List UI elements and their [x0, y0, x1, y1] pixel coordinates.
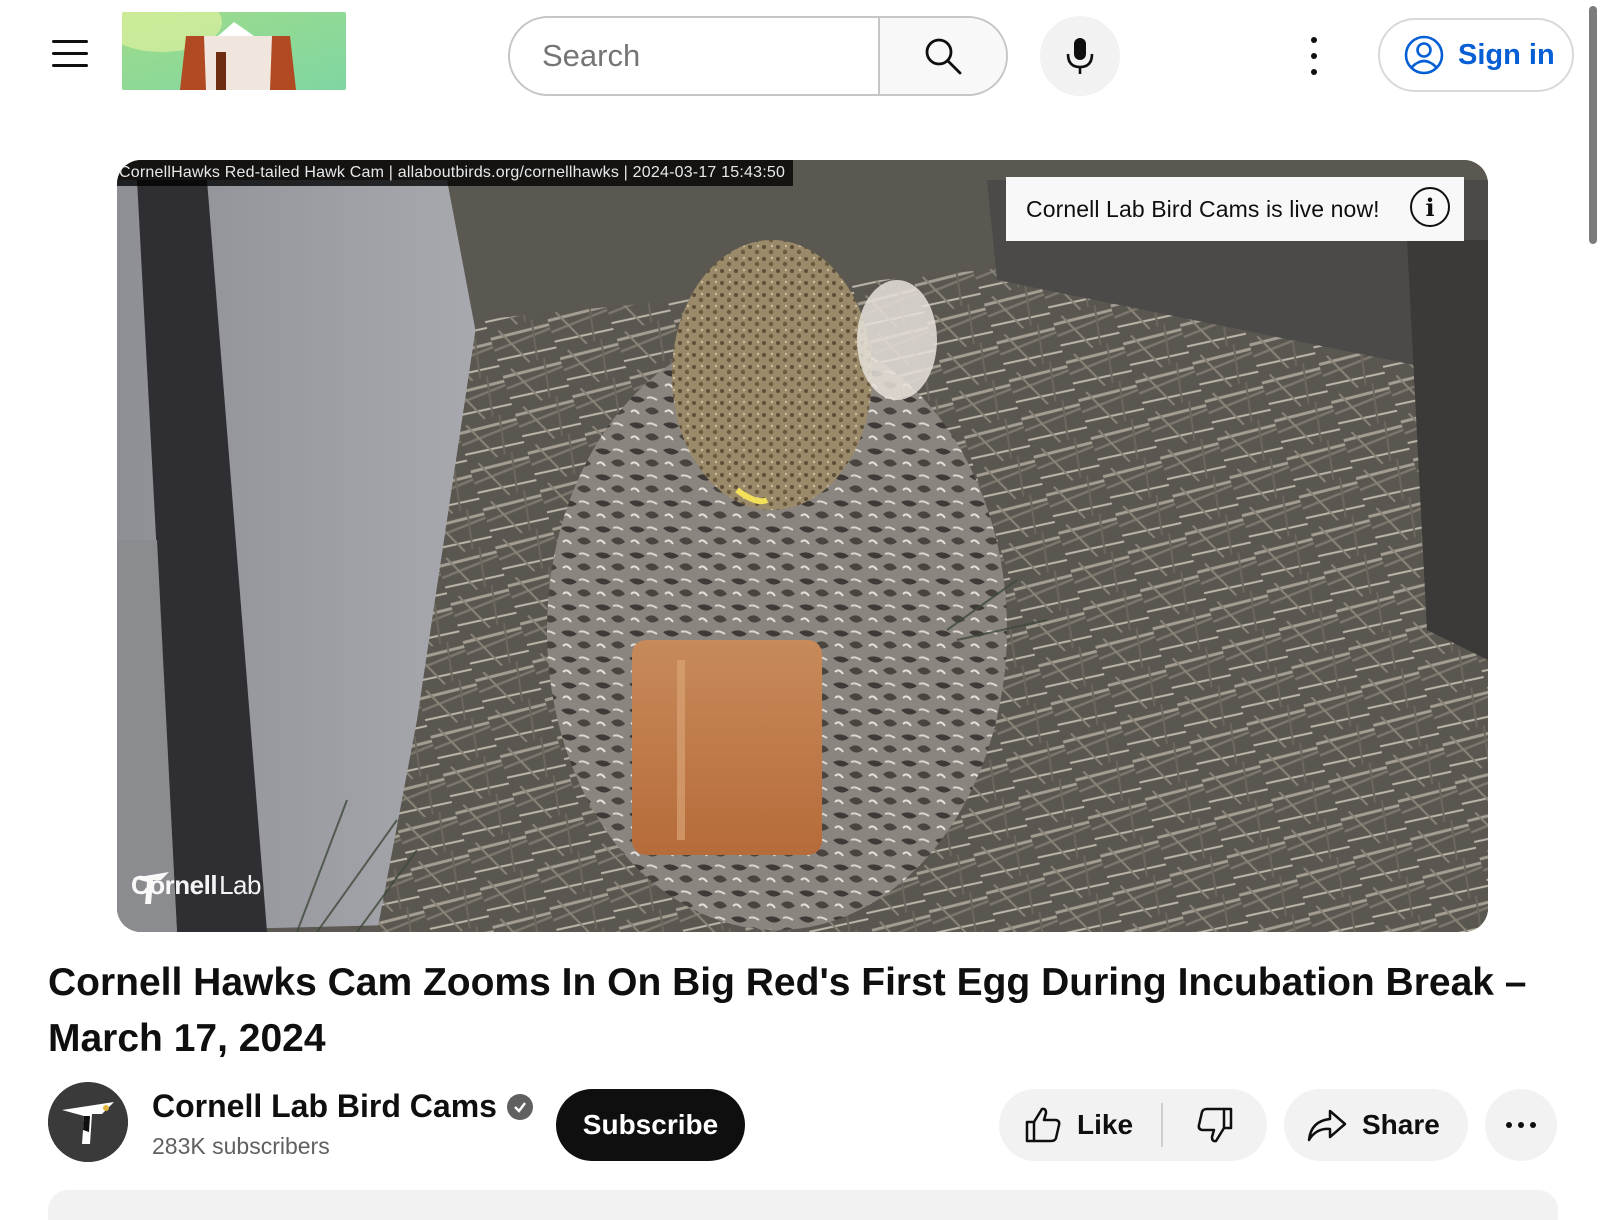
search-button[interactable]	[878, 18, 1006, 94]
share-label: Share	[1362, 1109, 1440, 1140]
sign-in-button[interactable]: Sign in	[1378, 18, 1574, 92]
live-now-text: Cornell Lab Bird Cams is live now!	[1026, 195, 1380, 222]
like-label: Like	[1077, 1109, 1134, 1140]
more-vertical-icon[interactable]	[1302, 32, 1326, 80]
video-frame	[117, 160, 1488, 932]
video-player[interactable]: CornellHawks Red-tailed Hawk Cam | allab…	[117, 160, 1488, 932]
live-now-banner[interactable]: Cornell Lab Bird Cams is live now! i	[1006, 177, 1464, 241]
dislike-button[interactable]	[1163, 1089, 1267, 1161]
like-dislike-group: Like	[999, 1089, 1267, 1161]
description-panel[interactable]	[48, 1190, 1558, 1220]
cornell-bird-logo-icon	[133, 872, 169, 904]
share-arrow-icon	[1307, 1109, 1347, 1142]
subscriber-count: 283K subscribers	[152, 1133, 330, 1159]
microphone-icon	[1066, 38, 1094, 74]
channel-avatar[interactable]	[48, 1082, 128, 1162]
subscribe-button[interactable]: Subscribe	[556, 1089, 745, 1161]
sign-in-label: Sign in	[1458, 38, 1555, 71]
camera-overlay-text: CornellHawks Red-tailed Hawk Cam | allab…	[117, 160, 794, 186]
search-box	[508, 16, 1008, 96]
thumbs-down-icon	[1197, 1107, 1233, 1143]
hamburger-menu-icon[interactable]	[52, 38, 88, 68]
voice-search-button[interactable]	[1040, 16, 1120, 96]
cornell-lab-watermark: Cornell Lab	[131, 870, 261, 904]
watermark-suffix: Lab	[219, 870, 261, 900]
channel-avatar-logo-icon	[48, 1082, 128, 1162]
page-scrollbar-thumb[interactable]	[1589, 6, 1597, 244]
share-button[interactable]: Share	[1284, 1089, 1468, 1161]
verified-check-icon	[506, 1093, 533, 1120]
more-horizontal-icon[interactable]	[1485, 1089, 1557, 1161]
channel-name[interactable]: Cornell Lab Bird Cams	[152, 1088, 533, 1125]
video-title: Cornell Hawks Cam Zooms In On Big Red's …	[48, 961, 1527, 1060]
thumbs-up-icon	[1025, 1107, 1061, 1143]
account-circle-icon	[1404, 35, 1444, 75]
info-icon[interactable]: i	[1410, 187, 1450, 227]
logo-thumbnail[interactable]	[122, 12, 346, 90]
like-button[interactable]: Like	[999, 1089, 1163, 1161]
search-icon	[925, 38, 962, 75]
channel-name-text: Cornell Lab Bird Cams	[152, 1088, 497, 1124]
search-input[interactable]	[510, 18, 880, 94]
logo-image	[122, 12, 346, 90]
